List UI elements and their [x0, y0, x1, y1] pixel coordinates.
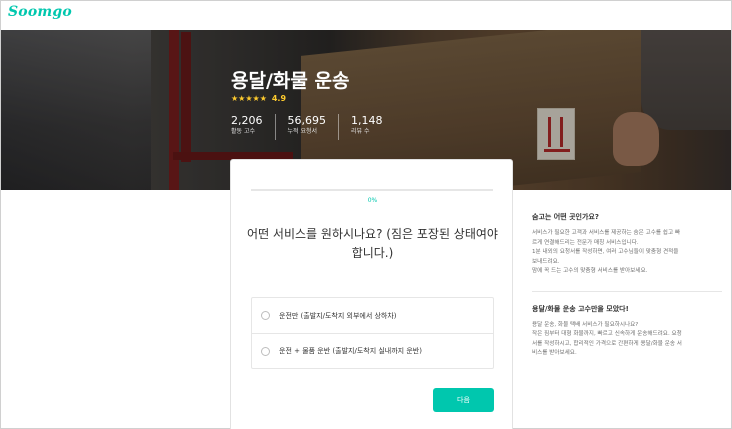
option-drive-and-carry[interactable]: 운전 + 물품 운반 (출발지/도착지 실내까지 운반): [252, 333, 493, 368]
side-section-text: 용달 운송, 화물 택배 서비스가 필요하시나요? 작은 짐부터 대형 화물까지…: [532, 321, 722, 359]
stat-label: 활동 고수: [231, 128, 255, 135]
stat-reviews: 1,148 리뷰 수: [351, 114, 395, 140]
side-text-line: 르게 연결해드리는 전문가 매칭 서비스입니다.: [532, 239, 639, 246]
next-button[interactable]: 다음: [433, 388, 494, 412]
stat-label: 리뷰 수: [351, 128, 370, 135]
divider: [532, 290, 722, 292]
request-form-card: 0% 어떤 서비스를 원하시나요? (짐은 포장된 상태여야 합니다.) 운전만…: [230, 159, 513, 429]
soomgo-logo[interactable]: Soomgo: [8, 4, 72, 20]
radio-button[interactable]: [261, 346, 270, 356]
side-section-about: 숨고는 어떤 곳인가요? 서비스가 필요한 고객과 서비스를 제공하는 숨은 고…: [532, 212, 722, 277]
stat-label: 누적 요청서: [287, 128, 318, 135]
side-section-text: 서비스가 필요한 고객과 서비스를 제공하는 숨은 고수를 쉽고 빠 르게 연결…: [532, 229, 722, 277]
option-label: 운전 + 물품 운반 (출발지/도착지 실내까지 운반): [279, 347, 422, 355]
stats: 2,206 활동 고수 56,695 누적 요청서 1,148 리뷰 수: [231, 114, 407, 140]
rating: ★★★★★ 4.9: [231, 94, 286, 103]
stat-value: 2,206: [231, 114, 263, 127]
header: Soomgo: [1, 1, 731, 30]
stat-experts: 2,206 활동 고수: [231, 114, 276, 140]
page-title: 용달/화물 운송: [231, 70, 350, 92]
side-text-line: 맘에 꼭 드는 고수의 맞춤형 서비스를 받아보세요.: [532, 268, 648, 274]
side-text-line: 용달 운송, 화물 택배 서비스가 필요하시나요?: [532, 321, 639, 328]
side-section-category: 용달/화물 운송 고수만을 모았다! 용달 운송, 화물 택배 서비스가 필요하…: [532, 304, 722, 359]
side-text-line: 비스를 받아보세요.: [532, 350, 577, 356]
side-text-line: 서비스가 필요한 고객과 서비스를 제공하는 숨은 고수를 쉽고 빠: [532, 230, 681, 236]
option-drive-only[interactable]: 운전만 (출발지/도착지 외부에서 상하차): [252, 298, 493, 333]
stat-requests: 56,695 누적 요청서: [287, 114, 339, 140]
side-section-title: 용달/화물 운송 고수만을 모았다!: [532, 304, 629, 313]
side-text-line: 작은 짐부터 대형 화물까지, 빠르고 신속하게 운송해드려요. 요청: [532, 331, 682, 337]
side-section-title: 숨고는 어떤 곳인가요?: [532, 213, 599, 221]
side-text-line: 서를 작성하시고, 합리적인 가격으로 간편하게 용달/화물 운송 서: [532, 340, 682, 347]
side-text-line: 1분 내외의 요청서를 작성하면, 여러 고수님들이 맞춤형 견적을: [532, 249, 679, 255]
side-text-line: 보내드려요.: [532, 258, 560, 265]
rating-value: 4.9: [271, 94, 287, 103]
progress-bar: [251, 189, 493, 191]
option-label: 운전만 (출발지/도착지 외부에서 상하차): [279, 311, 397, 320]
option-list: 운전만 (출발지/도착지 외부에서 상하차) 운전 + 물품 운반 (출발지/도…: [251, 297, 494, 369]
star-rating-icon: ★★★★★: [231, 94, 267, 103]
stat-value: 56,695: [287, 114, 327, 127]
progress-text: 0%: [367, 197, 378, 204]
radio-button[interactable]: [261, 311, 270, 320]
side-info: 숨고는 어떤 곳인가요? 서비스가 필요한 고객과 서비스를 제공하는 숨은 고…: [532, 212, 722, 373]
stat-value: 1,148: [351, 114, 383, 127]
question-title: 어떤 서비스를 원하시나요? (짐은 포장된 상태여야 합니다.): [247, 227, 498, 260]
